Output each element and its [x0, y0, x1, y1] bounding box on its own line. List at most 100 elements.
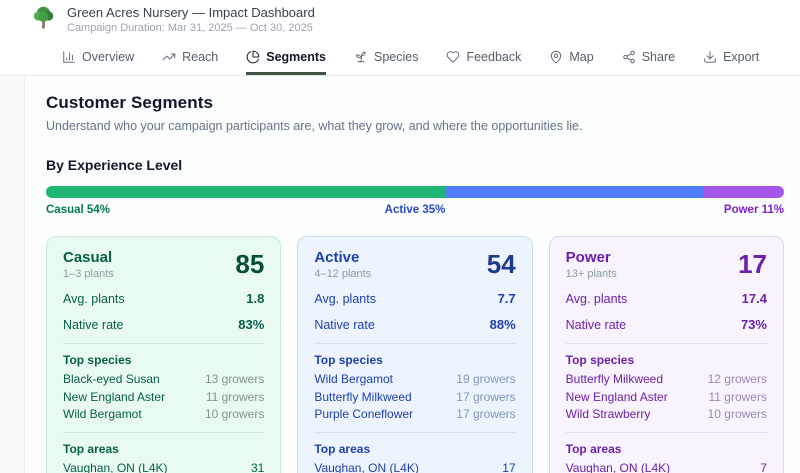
stat-label: Avg. plants: [565, 292, 628, 306]
species-growers: 11 growers: [708, 389, 767, 404]
stat-label: Native rate: [63, 318, 124, 332]
species-row: Wild Bergamot 10 growers: [63, 407, 264, 421]
tab-export[interactable]: Export: [703, 40, 759, 75]
area-name: Vaughan, ON (L4K): [565, 461, 671, 473]
tree-logo-icon: [33, 6, 54, 29]
tab-segments[interactable]: Segments: [246, 40, 326, 75]
area-row: Vaughan, ON (L4K) 17: [314, 461, 515, 473]
stat-value: 88%: [489, 317, 516, 332]
segment-card-casual: Casual 1–3 plants 85 Avg. plants 1.8 Nat…: [46, 236, 282, 473]
divider: [63, 343, 265, 344]
stat-avg-plants: Avg. plants 7.7: [314, 291, 515, 306]
download-icon: [704, 51, 716, 63]
segment-range: 13+ plants: [565, 268, 617, 280]
area-row: Vaughan, ON (L4K) 31: [63, 461, 264, 473]
tab-overview[interactable]: Overview: [62, 40, 134, 75]
divider: [565, 343, 767, 344]
segment-count: 85: [235, 249, 265, 279]
distribution-labels: Casual 54% Active 35% Power 11%: [46, 204, 784, 219]
divider: [314, 432, 516, 433]
area-count: 31: [250, 461, 265, 473]
segment-range: 1–3 plants: [63, 268, 114, 280]
tab-label: Export: [723, 50, 760, 64]
area-count: 7: [760, 461, 767, 473]
segment-cards: Casual 1–3 plants 85 Avg. plants 1.8 Nat…: [46, 236, 784, 473]
tab-label: Overview: [82, 50, 135, 64]
distribution-label-active: Active 35%: [384, 204, 446, 216]
card-header: Active 4–12 plants 54: [314, 249, 515, 280]
species-growers: 12 growers: [707, 372, 767, 386]
stat-label: Avg. plants: [314, 292, 376, 306]
page-subtitle: Understand who your campaign participant…: [46, 119, 583, 133]
stat-label: Avg. plants: [63, 292, 125, 306]
segment-card-active: Active 4–12 plants 54 Avg. plants 7.7 Na…: [297, 236, 533, 473]
segment-range: 4–12 plants: [314, 268, 372, 280]
top-species-title: Top species: [63, 353, 132, 367]
divider: [565, 432, 767, 433]
species-growers: 13 growers: [204, 372, 265, 386]
tab-label: Share: [641, 50, 676, 64]
top-areas-title: Top areas: [314, 442, 371, 456]
stat-value: 17.4: [741, 291, 767, 306]
share-icon: [622, 50, 635, 64]
page-title: Customer Segments: [46, 93, 214, 112]
experience-distribution-bar: [46, 186, 784, 198]
distribution-segment-casual: [46, 186, 445, 198]
species-growers: 10 growers: [204, 407, 265, 421]
species-row: Butterfly Milkweed 12 growers: [566, 372, 767, 386]
tab-feedback[interactable]: Feedback: [446, 40, 521, 75]
tab-share[interactable]: Share: [622, 40, 675, 75]
section-title-experience-level: By Experience Level: [46, 157, 183, 173]
divider: [63, 432, 265, 433]
segment-card-power: Power 13+ plants 17 Avg. plants 17.4 Nat…: [548, 236, 784, 473]
heart-icon: [447, 51, 460, 63]
tab-label: Segments: [266, 50, 326, 64]
species-name: Purple Coneflower: [314, 407, 414, 421]
header-text-block: Green Acres Nursery — Impact Dashboard C…: [67, 5, 315, 36]
distribution-label-power: Power 11%: [723, 204, 784, 216]
stat-native-rate: Native rate 73%: [566, 317, 767, 332]
trending-up-icon: [162, 53, 176, 61]
species-row: Butterfly Milkweed 17 growers: [314, 390, 515, 404]
stat-value: 1.8: [246, 291, 265, 306]
main-tabbar: Overview Reach Segments Species Feedback…: [0, 40, 800, 76]
app-header: Green Acres Nursery — Impact Dashboard C…: [0, 0, 800, 40]
distribution-segment-active: [444, 186, 703, 198]
segments-panel: Customer Segments Understand who your ca…: [24, 76, 800, 473]
top-species-title: Top species: [565, 353, 635, 367]
stat-value: 73%: [740, 317, 767, 332]
area-name: Vaughan, ON (L4K): [314, 461, 419, 473]
tab-label: Feedback: [466, 50, 522, 64]
distribution-segment-power: [702, 186, 784, 198]
top-species-title: Top species: [314, 353, 383, 367]
stat-avg-plants: Avg. plants 17.4: [566, 291, 767, 306]
card-header: Power 13+ plants 17: [566, 249, 767, 280]
sprout-icon: [355, 51, 366, 63]
species-row: Black-eyed Susan 13 growers: [63, 372, 264, 386]
tab-species[interactable]: Species: [354, 40, 418, 75]
area-name: Vaughan, ON (L4K): [63, 461, 168, 473]
segment-name: Power: [565, 249, 611, 266]
tab-map[interactable]: Map: [549, 40, 594, 75]
stat-label: Native rate: [314, 318, 375, 332]
species-row: Wild Strawberry 10 growers: [566, 407, 767, 421]
pie-chart-icon: [246, 50, 260, 64]
species-row: Wild Bergamot 19 growers: [314, 372, 515, 386]
segment-name: Active: [314, 249, 360, 266]
stat-value: 83%: [238, 317, 265, 332]
app-title: Green Acres Nursery — Impact Dashboard: [67, 4, 315, 20]
tab-label: Species: [373, 50, 419, 64]
tab-reach[interactable]: Reach: [162, 40, 218, 75]
map-pin-icon: [551, 50, 562, 64]
top-areas-title: Top areas: [565, 442, 622, 456]
species-name: Butterfly Milkweed: [314, 389, 412, 404]
distribution-label-casual: Casual 54%: [46, 204, 110, 216]
campaign-duration: Campaign Duration: Mar 31, 2025 — Oct 30…: [67, 21, 313, 34]
tab-label: Reach: [182, 50, 219, 64]
species-name: Wild Bergamot: [314, 372, 394, 386]
species-growers: 11 growers: [205, 389, 265, 404]
species-growers: 17 growers: [456, 389, 516, 404]
species-growers: 19 growers: [456, 372, 516, 386]
species-name: Black-eyed Susan: [63, 372, 160, 386]
area-row: Vaughan, ON (L4K) 7: [566, 461, 767, 473]
